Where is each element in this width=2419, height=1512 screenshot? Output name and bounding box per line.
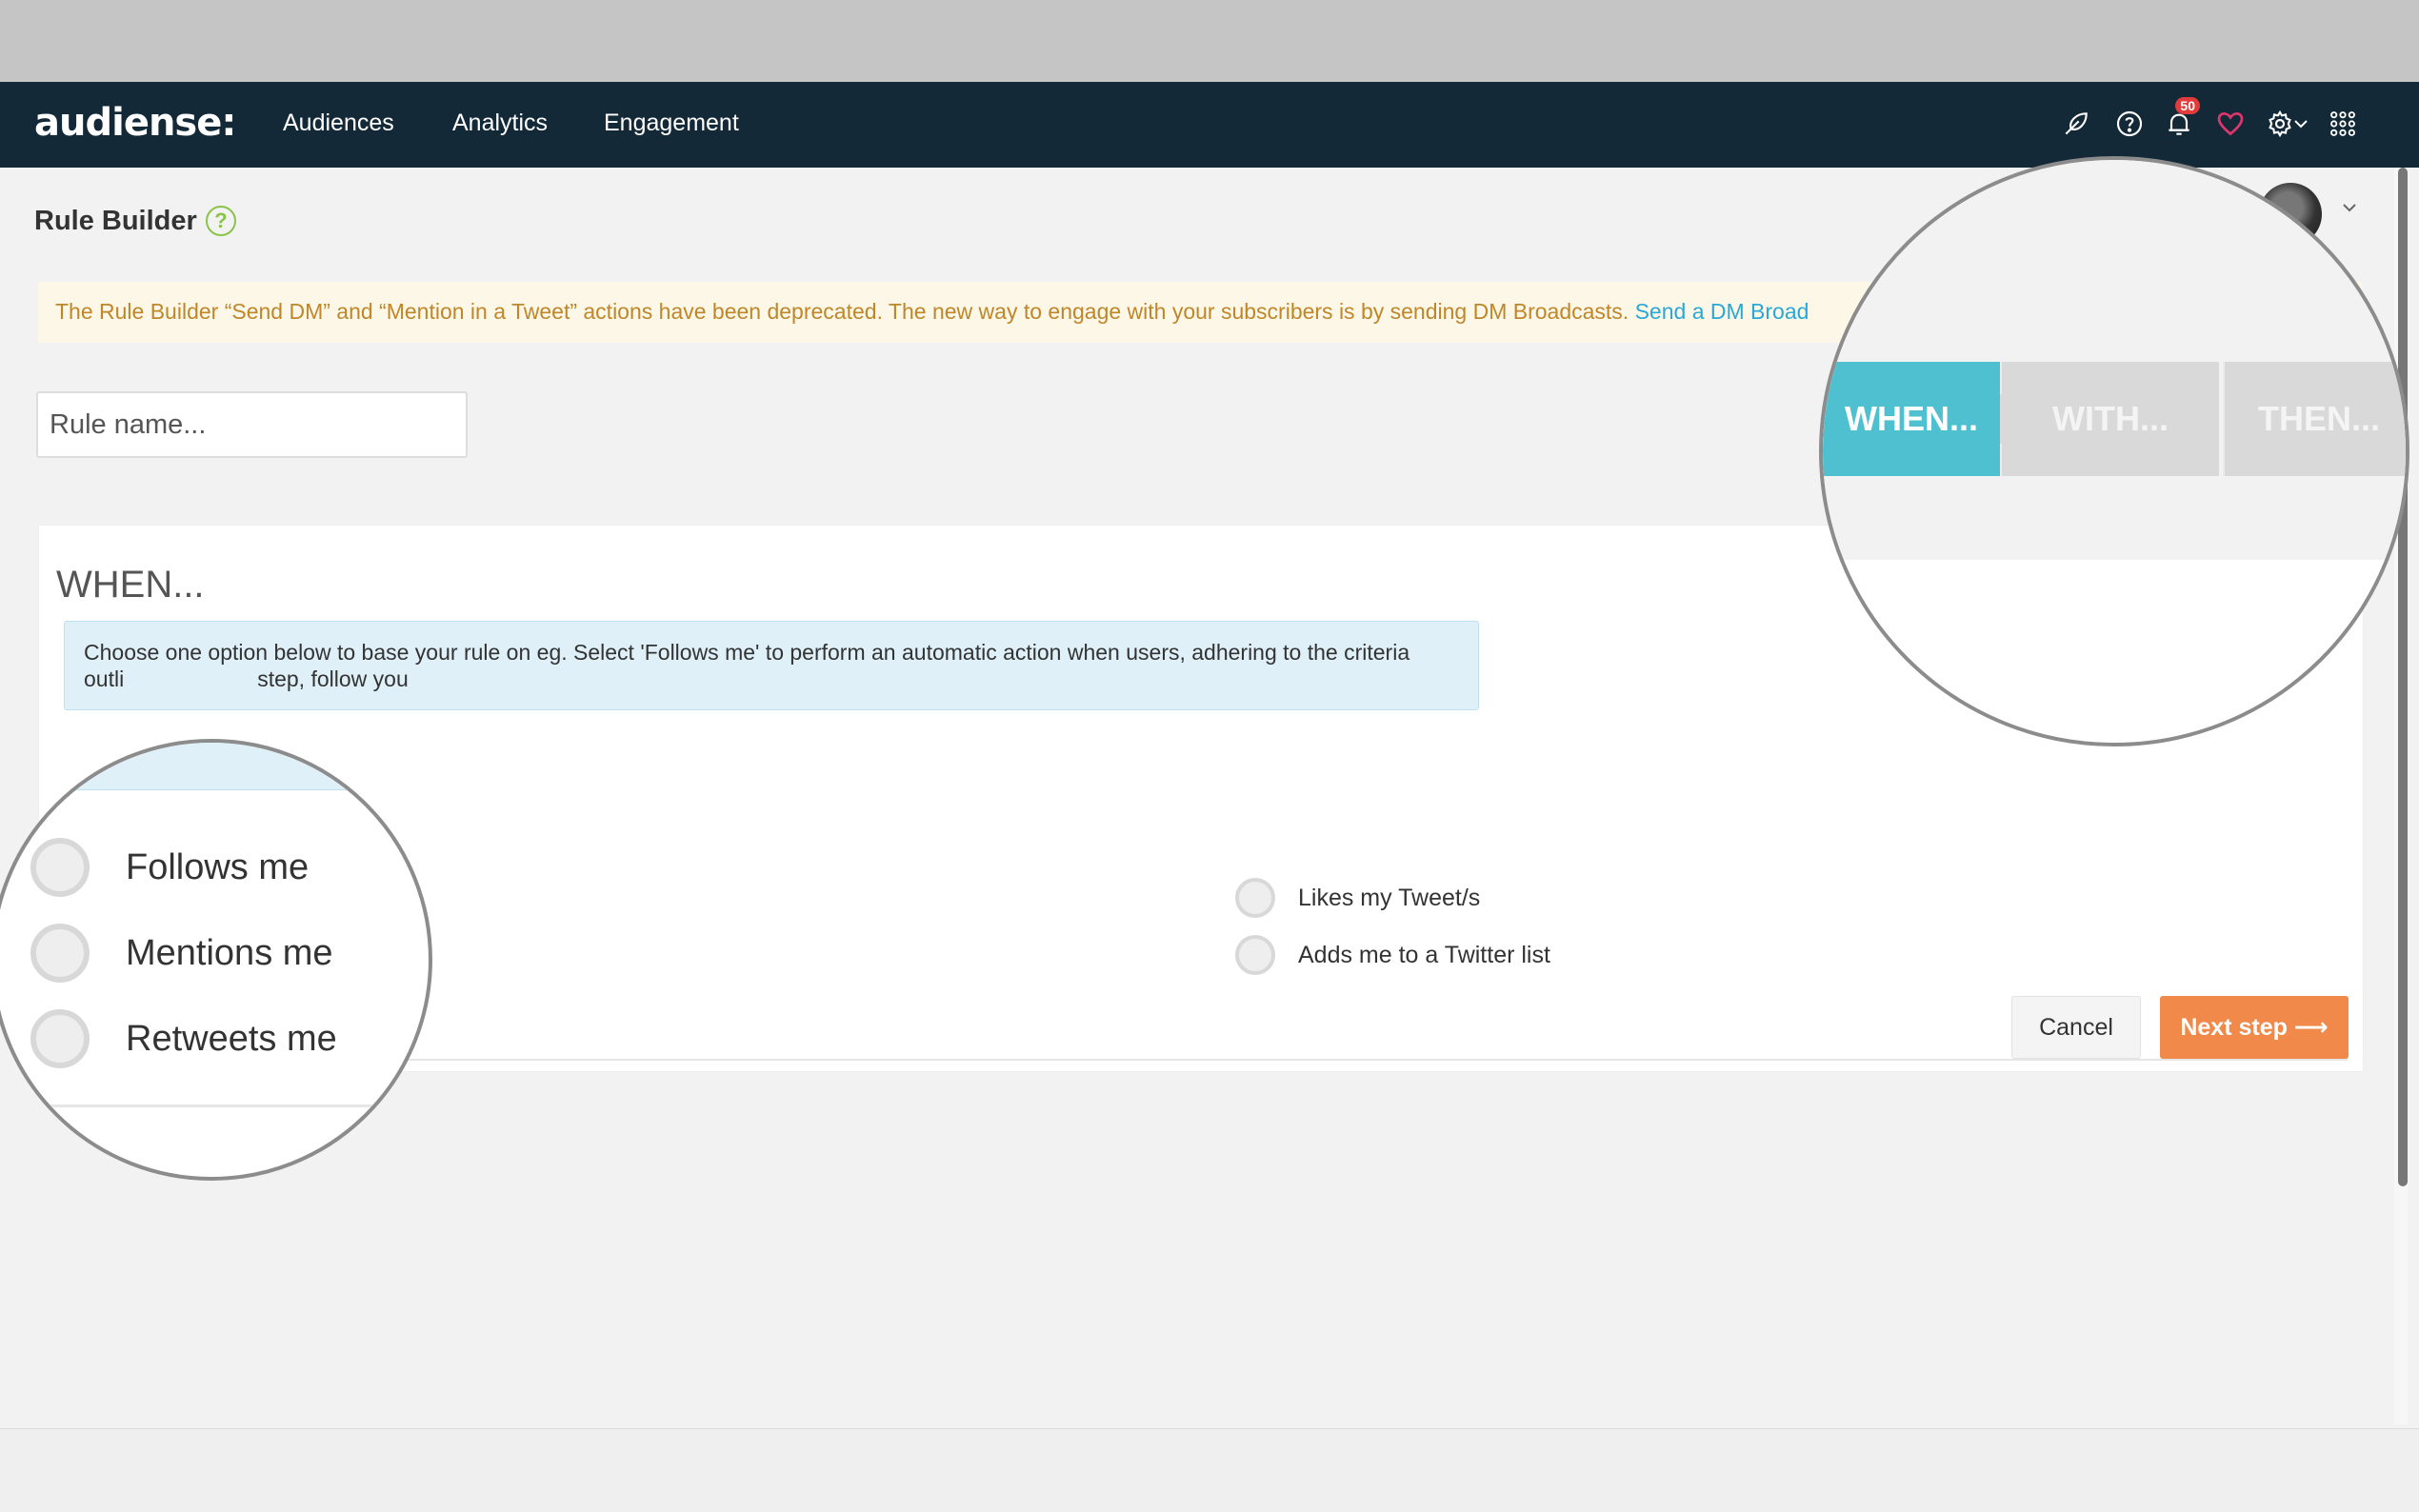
bottom-margin [0,1428,2419,1512]
step-then[interactable]: THEN... [2223,362,2406,476]
radio-button[interactable] [1235,935,1275,975]
heart-icon[interactable] [2211,105,2249,143]
radio-button[interactable] [1235,878,1275,918]
option-adds-me-to-list[interactable]: Adds me to a Twitter list [1235,935,1550,975]
feather-icon[interactable] [2057,105,2095,143]
app-window: audiense: Audiences Analytics Engagement… [0,82,2419,1428]
option-retweets-me[interactable]: Retweets me [30,1009,337,1068]
when-heading: WHEN... [56,564,205,606]
nav-analytics[interactable]: Analytics [452,109,548,137]
option-label: Mentions me [126,932,333,973]
radio-button[interactable] [30,1009,90,1068]
nav-audiences[interactable]: Audiences [283,109,394,137]
cancel-button[interactable]: Cancel [2011,996,2141,1059]
radio-button[interactable] [30,924,90,983]
option-label: Follows me [126,846,310,887]
info-box: Choose one option below to base your rul… [64,621,1479,710]
option-label: Retweets me [126,1018,337,1059]
nav-engagement[interactable]: Engagement [604,109,739,137]
options-magnifier: Follows me Mentions me Retweets me [0,739,432,1181]
option-mentions-me[interactable]: Mentions me [30,924,333,983]
logo[interactable]: audiense: [34,101,236,145]
chevron-down-icon[interactable] [2289,105,2312,143]
radio-button[interactable] [30,838,90,897]
step-when[interactable]: WHEN... [1823,362,2030,476]
help-icon[interactable] [2110,105,2149,143]
apps-grid-icon[interactable] [2324,105,2362,143]
send-dm-broadcast-link[interactable]: Send a DM Broad [1635,299,1809,324]
step-with[interactable]: WITH... [2000,362,2219,476]
option-label: Likes my Tweet/s [1298,884,1481,911]
steps-magnifier: WHEN... WITH... THEN... [1819,156,2409,746]
navbar: audiense: Audiences Analytics Engagement… [0,82,2419,168]
help-icon[interactable]: ? [206,206,236,236]
option-follows-me[interactable]: Follows me [30,838,309,897]
page-title: Rule Builder [34,206,197,236]
info-line-1: Choose one option below to base your rul… [84,640,1410,665]
bell-icon[interactable]: 50 [2160,97,2200,143]
rule-name-input[interactable] [36,391,468,458]
next-step-button[interactable]: Next step ⟶ [2160,996,2349,1059]
alert-text: The Rule Builder “Send DM” and “Mention … [55,299,1629,324]
option-likes-my-tweets[interactable]: Likes my Tweet/s [1235,878,1480,918]
top-margin [0,0,2419,82]
info-line-2: outli step, follow you [84,666,409,691]
option-label: Adds me to a Twitter list [1298,941,1550,968]
notification-badge: 50 [2175,97,2200,114]
